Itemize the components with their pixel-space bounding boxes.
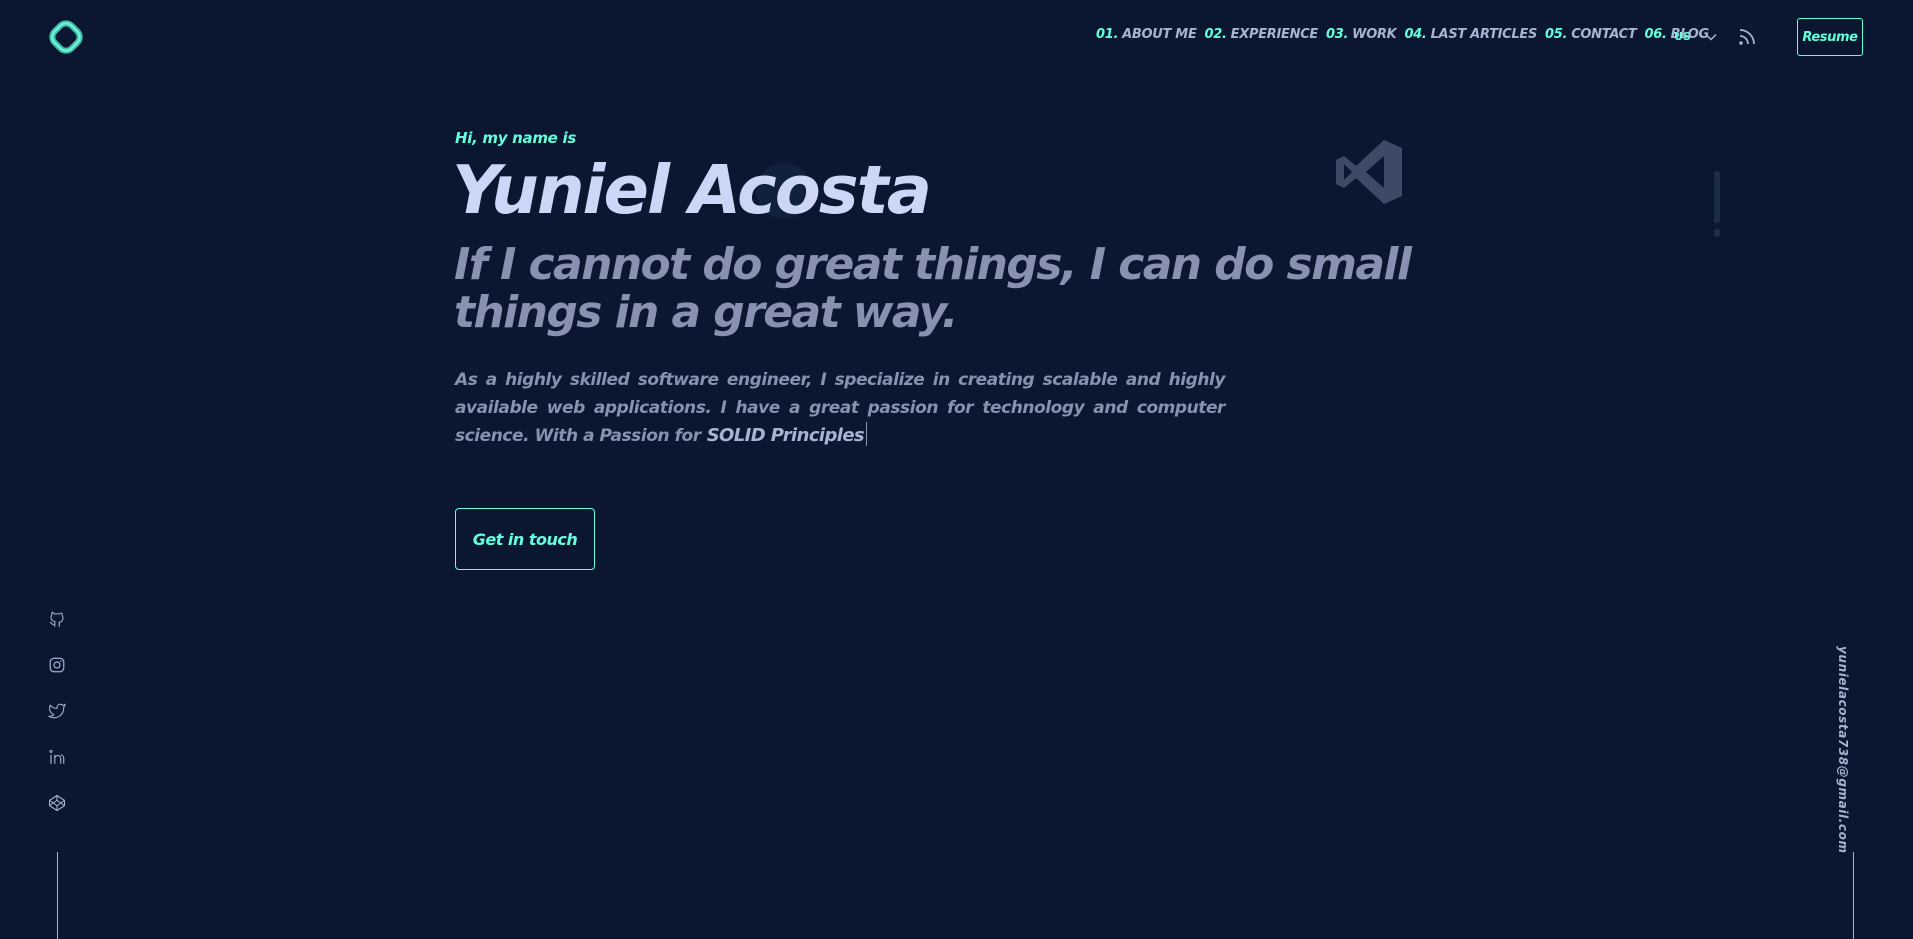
language-select[interactable]: US — [1674, 30, 1717, 43]
nav-item-experience[interactable]: 02. EXPERIENCE — [1204, 27, 1319, 42]
greeting: Hi, my name is — [455, 129, 576, 147]
twitter-link[interactable] — [45, 698, 69, 724]
codepen-link[interactable] — [45, 790, 69, 816]
typing-cursor — [866, 422, 868, 446]
nav-item-about-me[interactable]: 01. ABOUT ME — [1096, 27, 1197, 42]
chevron-down-icon — [1705, 33, 1717, 41]
github-icon — [49, 611, 64, 628]
get-in-touch-button[interactable]: Get in touch — [455, 508, 595, 570]
email-link[interactable]: yunielacosta738@gmail.com — [1836, 646, 1850, 854]
nav-item-work[interactable]: 03. WORK — [1326, 27, 1397, 42]
sidebar-line-right — [1853, 852, 1854, 939]
linkedin-link[interactable] — [45, 744, 69, 770]
typed-highlight: SOLID Principles — [706, 425, 865, 446]
hero-description: As a highly skilled software engineer, I… — [455, 366, 1225, 450]
nav-number: 02. — [1204, 27, 1227, 42]
nav-label: CONTACT — [1571, 27, 1637, 42]
nav-number: 04. — [1404, 27, 1427, 42]
logo-icon[interactable] — [46, 17, 86, 57]
sidebar-line-left — [57, 852, 58, 939]
nav-label: LAST ARTICLES — [1430, 27, 1538, 42]
social-links — [44, 606, 70, 816]
vscode-icon — [1336, 140, 1402, 204]
github-link[interactable] — [45, 606, 69, 632]
page: 01. ABOUT ME 02. EXPERIENCE 03. WORK 04. LAS… — [0, 0, 1913, 939]
nav-label: EXPERIENCE — [1230, 27, 1319, 42]
nav-number: 01. — [1096, 27, 1119, 42]
nav-label: WORK — [1352, 27, 1397, 42]
exclamation-icon — [1714, 171, 1720, 237]
hero-tagline: If I cannot do great things, I can do sm… — [454, 239, 1412, 338]
instagram-link[interactable] — [45, 652, 69, 678]
main-nav: 01. ABOUT ME 02. EXPERIENCE 03. WORK 04. LAS… — [1096, 27, 1709, 42]
nav-item-last-articles[interactable]: 04. LAST ARTICLES — [1404, 27, 1537, 42]
nav-number: 03. — [1326, 27, 1349, 42]
hero-name: Yuniel Acosta — [452, 151, 932, 229]
nav-label: ABOUT ME — [1122, 27, 1197, 42]
linkedin-icon — [49, 749, 65, 764]
nav-number: 06. — [1644, 27, 1667, 42]
instagram-icon — [49, 657, 65, 673]
twitter-icon — [48, 703, 66, 719]
language-value: US — [1674, 30, 1691, 43]
codepen-icon — [48, 794, 66, 812]
nav-item-contact[interactable]: 05. CONTACT — [1545, 27, 1637, 42]
rss-icon[interactable] — [1737, 27, 1757, 47]
nav-number: 05. — [1545, 27, 1568, 42]
resume-button[interactable]: Resume — [1797, 18, 1863, 56]
